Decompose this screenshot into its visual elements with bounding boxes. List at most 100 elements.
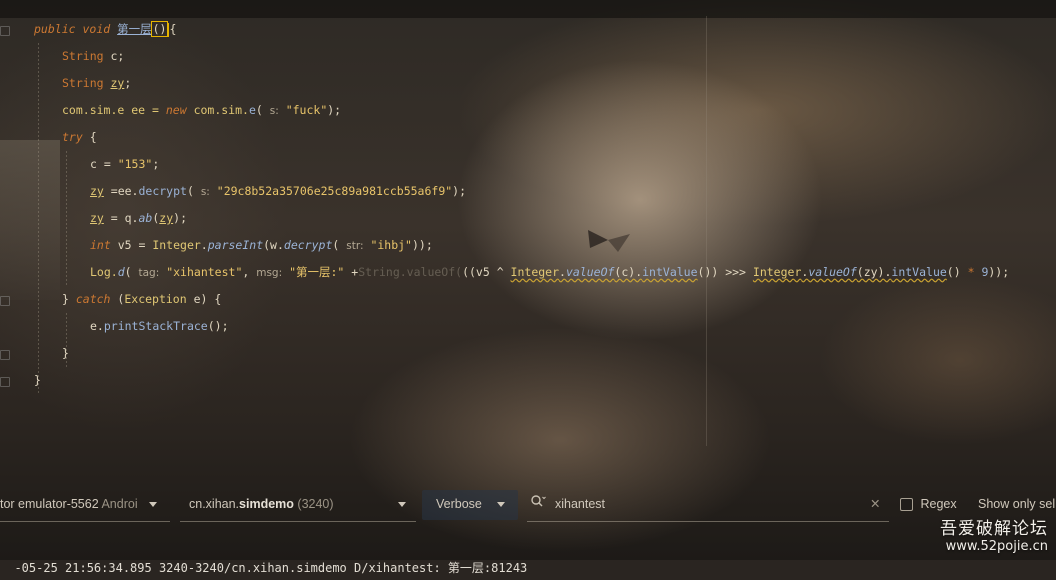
code-token: e.	[90, 319, 104, 333]
code-token: (zy).	[856, 265, 892, 279]
code-line-12[interactable]: e.printStackTrace();	[90, 313, 229, 340]
device-selector-underline	[0, 521, 170, 522]
code-token: ));	[411, 238, 433, 252]
keyword: catch	[75, 292, 111, 306]
variable: zy	[90, 184, 104, 198]
editor-gutter	[0, 16, 28, 446]
code-line-11[interactable]: } catch (Exception e) {	[62, 286, 221, 313]
code-token: (w.	[263, 238, 284, 252]
method-call: valueOf	[808, 265, 857, 279]
method-call: parseInt	[207, 238, 264, 252]
code-line-3[interactable]: String zy;	[62, 70, 131, 97]
code-token: com.sim.e ee =	[62, 103, 166, 117]
operator: *	[967, 265, 975, 279]
indent-guide	[38, 43, 39, 393]
code-token: ;	[152, 157, 160, 171]
code-editor[interactable]: public void 第一层(){ String c; String zy; …	[0, 16, 1056, 446]
code-token: }	[34, 373, 41, 387]
method-call: intValue	[891, 265, 947, 279]
log-level-selector[interactable]: Verbose	[436, 488, 506, 520]
process-selector-underline	[180, 521, 416, 522]
code-token: .	[200, 238, 208, 252]
code-token: ()	[946, 265, 968, 279]
class-name: Integer	[752, 265, 802, 279]
variable: zy	[90, 211, 104, 225]
search-icon	[530, 488, 546, 520]
process-package: cn.xihan.	[189, 497, 240, 511]
device-name: tor emulator-5562	[0, 497, 99, 511]
code-line-6[interactable]: c = "153";	[90, 151, 159, 178]
code-line-14[interactable]: }	[34, 367, 41, 394]
device-selector[interactable]: tor emulator-5562 Androi	[0, 488, 158, 520]
cursor-highlight: ()	[150, 21, 169, 37]
code-token: v5 =	[110, 238, 153, 252]
close-icon[interactable]: ✕	[870, 488, 880, 520]
code-line-10[interactable]: Log.d( tag: "xihantest", msg: "第一层:" +St…	[90, 259, 1009, 286]
method-call: d	[117, 265, 125, 279]
fold-icon[interactable]	[0, 350, 10, 360]
code-line-2[interactable]: String c;	[62, 43, 124, 70]
search-underline	[527, 521, 889, 522]
string-literal: "第一层:"	[289, 265, 345, 279]
indent-guide	[66, 151, 67, 286]
logcat-entry[interactable]: -05-25 21:56:34.895 3240-3240/cn.xihan.s…	[0, 532, 527, 575]
class-name: Integer	[510, 265, 560, 279]
keyword: try	[62, 130, 83, 144]
log-search-input[interactable]: xihantest	[555, 488, 605, 520]
code-line-1[interactable]: public void 第一层(){	[34, 16, 176, 43]
code-line-7[interactable]: zy =ee.decrypt( s: "29c8b52a35706e25c89a…	[90, 178, 466, 205]
code-line-13[interactable]: }	[62, 340, 69, 367]
class-name: Integer	[152, 238, 201, 252]
code-token: ();	[207, 319, 229, 333]
code-token: Log.	[90, 265, 118, 279]
code-token: ()) >>>	[697, 265, 753, 279]
method-call: ab	[138, 211, 153, 225]
code-token: (	[332, 238, 347, 252]
code-token: (	[110, 292, 125, 306]
string-literal: "153"	[117, 157, 153, 171]
method-call: decrypt	[138, 184, 187, 198]
code-line-4[interactable]: com.sim.e ee = new com.sim.e( s: "fuck")…	[62, 97, 341, 124]
code-line-5[interactable]: try {	[62, 124, 97, 151]
method-call: e	[248, 103, 256, 117]
code-token: com.sim.	[186, 103, 249, 117]
param-hint: str:	[346, 240, 364, 252]
code-token: c;	[103, 49, 125, 63]
fold-icon[interactable]	[0, 26, 10, 36]
process-app: simdemo	[239, 497, 294, 511]
code-token: {	[169, 22, 177, 36]
code-token: (c).	[614, 265, 643, 279]
method-call: decrypt	[283, 238, 333, 252]
fold-icon[interactable]	[0, 296, 10, 306]
log-level-value: Verbose	[436, 497, 482, 511]
type-name: String	[62, 49, 104, 63]
code-line-9[interactable]: int v5 = Integer.parseInt(w.decrypt( str…	[90, 232, 433, 259]
code-line-8[interactable]: zy = q.ab(zy);	[90, 205, 187, 232]
regex-label: Regex	[920, 497, 957, 511]
regex-checkbox[interactable]	[900, 498, 913, 512]
process-selector[interactable]: cn.xihan.simdemo (3240)	[189, 488, 334, 520]
string-literal: "fuck"	[285, 103, 328, 117]
code-token: ((v5 ^	[462, 265, 511, 279]
code-token: (	[186, 184, 201, 198]
chevron-down-icon[interactable]	[398, 488, 406, 520]
keyword: int	[90, 238, 111, 252]
code-token: =ee.	[103, 184, 139, 198]
code-token: }	[62, 346, 69, 360]
number-literal: 9	[974, 265, 989, 279]
code-token: +	[344, 265, 359, 279]
param-hint: s:	[269, 105, 279, 117]
code-token: e) {	[186, 292, 222, 306]
keyword: public	[34, 22, 76, 36]
param-hint: tag:	[138, 267, 160, 279]
method-call: intValue	[642, 265, 698, 279]
code-token: .	[559, 265, 566, 279]
code-token: );	[327, 103, 342, 117]
method-call: valueOf	[565, 265, 615, 279]
string-literal: "29c8b52a35706e25c89a981ccb55a6f9"	[216, 184, 453, 198]
show-only-label: Show only sel	[978, 497, 1056, 511]
chevron-down-icon	[497, 502, 506, 508]
log-text: -05-25 21:56:34.895 3240-3240/cn.xihan.s…	[14, 561, 528, 575]
class-name: Exception	[124, 292, 187, 306]
fold-icon[interactable]	[0, 377, 10, 387]
